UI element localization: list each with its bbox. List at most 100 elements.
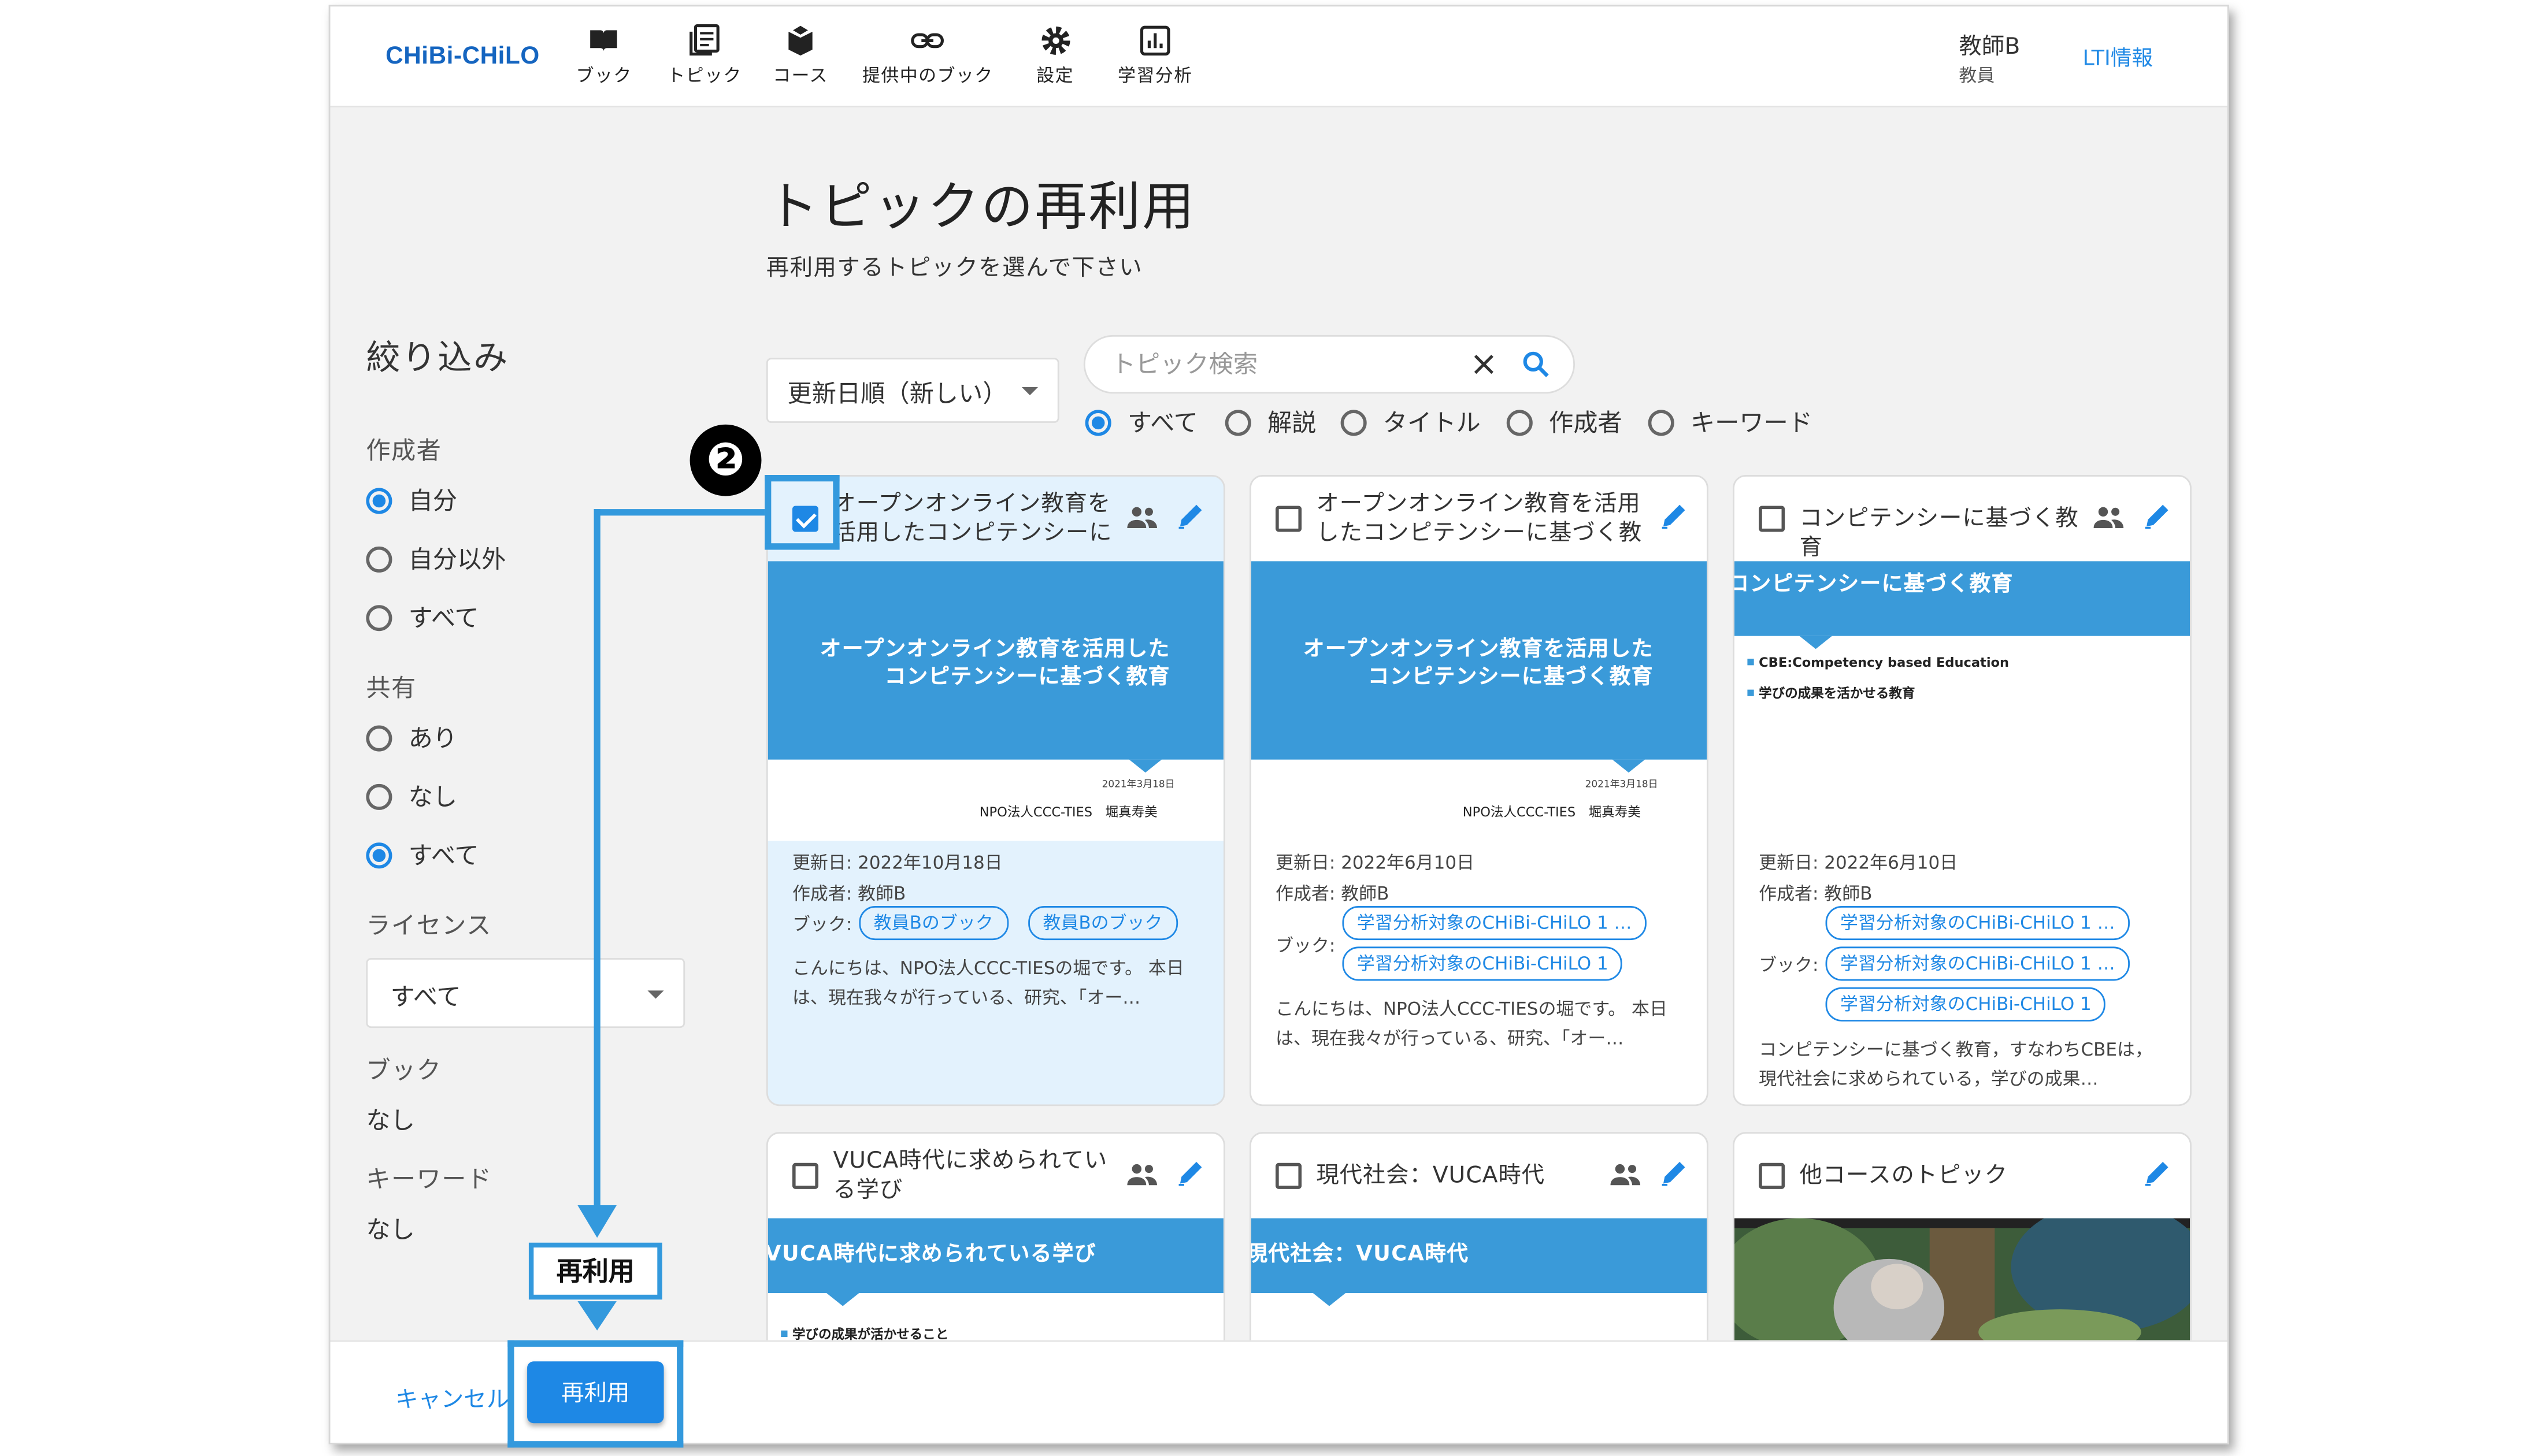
page-subtitle: 再利用するトピックを選んで下さい: [766, 255, 1143, 282]
nav-course[interactable]: コース: [773, 23, 828, 94]
topic-card[interactable]: オープンオンライン教育を活用したコンピテンシーに基… オープンオンライン教育を活…: [766, 475, 1225, 1106]
annotation-arrow-line: [594, 509, 600, 1209]
filter-keyword-label: キーワード: [366, 1164, 492, 1194]
search-box: [1083, 335, 1576, 394]
radio-indicator: [366, 841, 392, 868]
edit-icon[interactable]: [1175, 499, 1207, 532]
radio-label: なし: [408, 782, 458, 812]
sort-select-value: 更新日順（新しい）: [787, 378, 1007, 408]
radio-label: タイトル: [1382, 408, 1481, 438]
filter-book-value: なし: [366, 1106, 415, 1135]
radio-label: あり: [408, 723, 458, 753]
annotation-arrow-head: [577, 1205, 617, 1238]
filter-shared-label: 共有: [366, 673, 417, 703]
nav-analytics[interactable]: 学習分析: [1118, 23, 1192, 94]
topic-title: オープンオンライン教育を活用したコンピテンシーに基…: [833, 491, 1113, 547]
topic-author: 作成者: 教師B: [1759, 883, 1873, 905]
topic-card[interactable]: VUCA時代に求められている学び VUCA時代に求められている学び 学びの成果が…: [766, 1132, 1225, 1344]
search-icon[interactable]: [1519, 348, 1552, 380]
topic-checkbox[interactable]: [1276, 1162, 1302, 1189]
screenshot-stage: CHiBi-CHiLO ブック トピック コース 提供中のブック 設定 学習分析…: [0, 0, 2543, 1456]
topic-card[interactable]: 現代社会：VUCA時代 現代社会：VUCA時代: [1249, 1132, 1708, 1344]
slide-thumbnail: オープンオンライン教育を活用した コンピテンシーに基づく教育 2021年3月18…: [1251, 561, 1707, 841]
topic-description: こんにちは、NPO法人CCC-TIESの堀です。 本日は、現在我々が行っている、…: [792, 958, 1184, 1009]
topic-card[interactable]: コンピテンシーに基づく教育 コンピテンシーに基づく教育 CBE:Competen…: [1733, 475, 2192, 1106]
edit-icon[interactable]: [1175, 1157, 1207, 1189]
radio-label: 自分以外: [408, 545, 506, 574]
radio-shared-all[interactable]: すべて: [366, 838, 479, 872]
nav-topic[interactable]: トピック: [667, 23, 742, 94]
slide-title-band: コンピテンシーに基づく教育: [1734, 561, 2190, 649]
video-frame-image: [1734, 1218, 2190, 1342]
cancel-button[interactable]: キャンセル: [395, 1383, 509, 1415]
radio-shared-yes[interactable]: あり: [366, 720, 457, 755]
topic-card[interactable]: 他コースのトピック: [1733, 1132, 2192, 1344]
slide-date: 2021年3月18日: [1585, 779, 1658, 791]
topic-checkbox[interactable]: [792, 1162, 818, 1189]
radio-scope-keyword[interactable]: キーワード: [1648, 405, 1812, 439]
topic-icon: [689, 24, 720, 56]
nav-book[interactable]: ブック: [576, 23, 632, 94]
topic-description: こんにちは、NPO法人CCC-TIESの堀です。 本日は、現在我々が行っている、…: [1276, 998, 1667, 1049]
radio-author-all[interactable]: すべて: [366, 600, 479, 634]
user-role: 教員: [1959, 65, 1995, 87]
slide-heading: 現代社会：VUCA時代: [1251, 1242, 1469, 1267]
radio-author-self[interactable]: 自分: [366, 483, 457, 517]
sort-select[interactable]: 更新日順（新しい）: [766, 358, 1059, 423]
slide-date: 2021年3月18日: [1102, 779, 1175, 791]
lti-info-link[interactable]: LTI情報: [2082, 40, 2153, 72]
filter-title: 絞り込み: [366, 338, 510, 378]
license-select[interactable]: すべて: [366, 958, 685, 1028]
license-select-value: すべて: [390, 982, 461, 1012]
slide-pointer: [1612, 759, 1645, 773]
book-chip[interactable]: 学習分析対象のCHiBi-CHiLO 1 …: [1342, 906, 1647, 941]
topic-title: オープンオンライン教育を活用したコンピテンシーに基づく教育: [1316, 491, 1643, 547]
edit-icon[interactable]: [2141, 499, 2174, 532]
people-icon: [1127, 507, 1158, 528]
annotation-highlight: [507, 1441, 684, 1448]
edit-icon[interactable]: [2141, 1157, 2174, 1189]
slide-pointer: [826, 1293, 859, 1306]
reuse-button[interactable]: 再利用: [527, 1361, 664, 1424]
book-chip[interactable]: 学習分析対象のCHiBi-CHiLO 1: [1342, 946, 1623, 981]
topic-checkbox[interactable]: [1759, 506, 1785, 532]
people-icon: [2093, 507, 2124, 528]
topic-checkbox[interactable]: [1759, 1162, 1785, 1189]
page-title: トピックの再利用: [766, 176, 1196, 238]
user-info[interactable]: 教師B 教員: [1959, 29, 2020, 88]
topic-checkbox[interactable]: [792, 506, 818, 532]
analytics-icon: [1140, 25, 1170, 56]
edit-icon[interactable]: [1658, 1157, 1691, 1189]
search-input[interactable]: [1111, 350, 1453, 379]
radio-label: すべて: [408, 841, 479, 871]
close-icon[interactable]: [1469, 350, 1499, 379]
annotation-highlight: [765, 475, 772, 550]
slide-org: NPO法人CCC-TIES 堀真寿美: [1462, 805, 1641, 820]
slide-bullet: CBE:Competency based Education: [1747, 655, 2009, 670]
radio-shared-no[interactable]: なし: [366, 779, 457, 813]
radio-scope-author[interactable]: 作成者: [1506, 405, 1622, 439]
topic-checkbox[interactable]: [1276, 506, 1302, 532]
footer-bar: キャンセル 再利用: [330, 1340, 2227, 1443]
nav-settings[interactable]: 設定: [1036, 23, 1074, 94]
radio-scope-title[interactable]: タイトル: [1340, 405, 1481, 439]
radio-scope-all[interactable]: すべて: [1085, 405, 1198, 439]
slide-pointer: [1313, 1293, 1346, 1306]
book-chip[interactable]: 学習分析対象のCHiBi-CHiLO 1: [1825, 987, 2107, 1022]
link-icon: [911, 33, 944, 49]
edit-icon[interactable]: [1658, 499, 1691, 532]
book-chip[interactable]: 学習分析対象のCHiBi-CHiLO 1 …: [1825, 946, 2130, 981]
topic-card[interactable]: オープンオンライン教育を活用したコンピテンシーに基づく教育 オープンオンライン教…: [1249, 475, 1708, 1106]
radio-author-others[interactable]: 自分以外: [366, 541, 506, 575]
book-chip[interactable]: 教員Bのブック: [1028, 906, 1177, 941]
annotation-highlight: [507, 1340, 684, 1347]
book-icon: [590, 30, 618, 51]
annotation-highlight: [677, 1340, 684, 1448]
app-logo[interactable]: CHiBi-CHiLO: [385, 42, 540, 70]
slide-thumbnail: 現代社会：VUCA時代: [1251, 1218, 1707, 1342]
book-chip[interactable]: 学習分析対象のCHiBi-CHiLO 1 …: [1825, 906, 2130, 941]
nav-provided-books[interactable]: 提供中のブック: [862, 23, 994, 94]
book-chip[interactable]: 教員Bのブック: [859, 906, 1009, 941]
topic-book-label: ブック:: [1759, 954, 1819, 976]
radio-scope-description[interactable]: 解説: [1225, 405, 1316, 439]
